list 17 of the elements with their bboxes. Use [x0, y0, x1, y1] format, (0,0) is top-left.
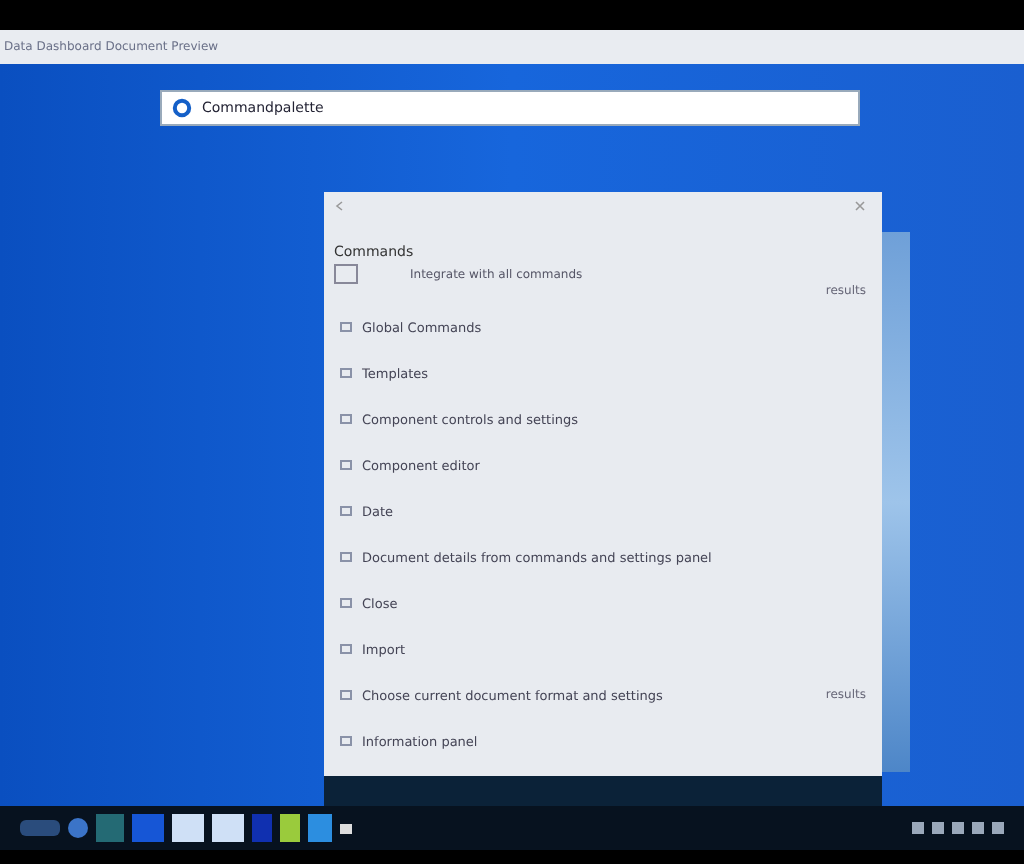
- command-icon: [340, 506, 352, 516]
- command-icon: [340, 414, 352, 424]
- command-icon: [340, 690, 352, 700]
- checkbox[interactable]: [334, 264, 358, 284]
- command-icon: [340, 552, 352, 562]
- task-view-icon[interactable]: [20, 820, 60, 836]
- command-icon: [340, 644, 352, 654]
- back-icon[interactable]: [334, 200, 346, 212]
- close-icon[interactable]: [854, 200, 866, 212]
- window-icon[interactable]: [212, 814, 244, 842]
- command-icon: [340, 598, 352, 608]
- window-icon[interactable]: [172, 814, 204, 842]
- command-icon: [340, 368, 352, 378]
- command-icon: [340, 460, 352, 470]
- circle-icon[interactable]: [68, 818, 88, 838]
- command-icon: [340, 322, 352, 332]
- command-icon: [340, 736, 352, 746]
